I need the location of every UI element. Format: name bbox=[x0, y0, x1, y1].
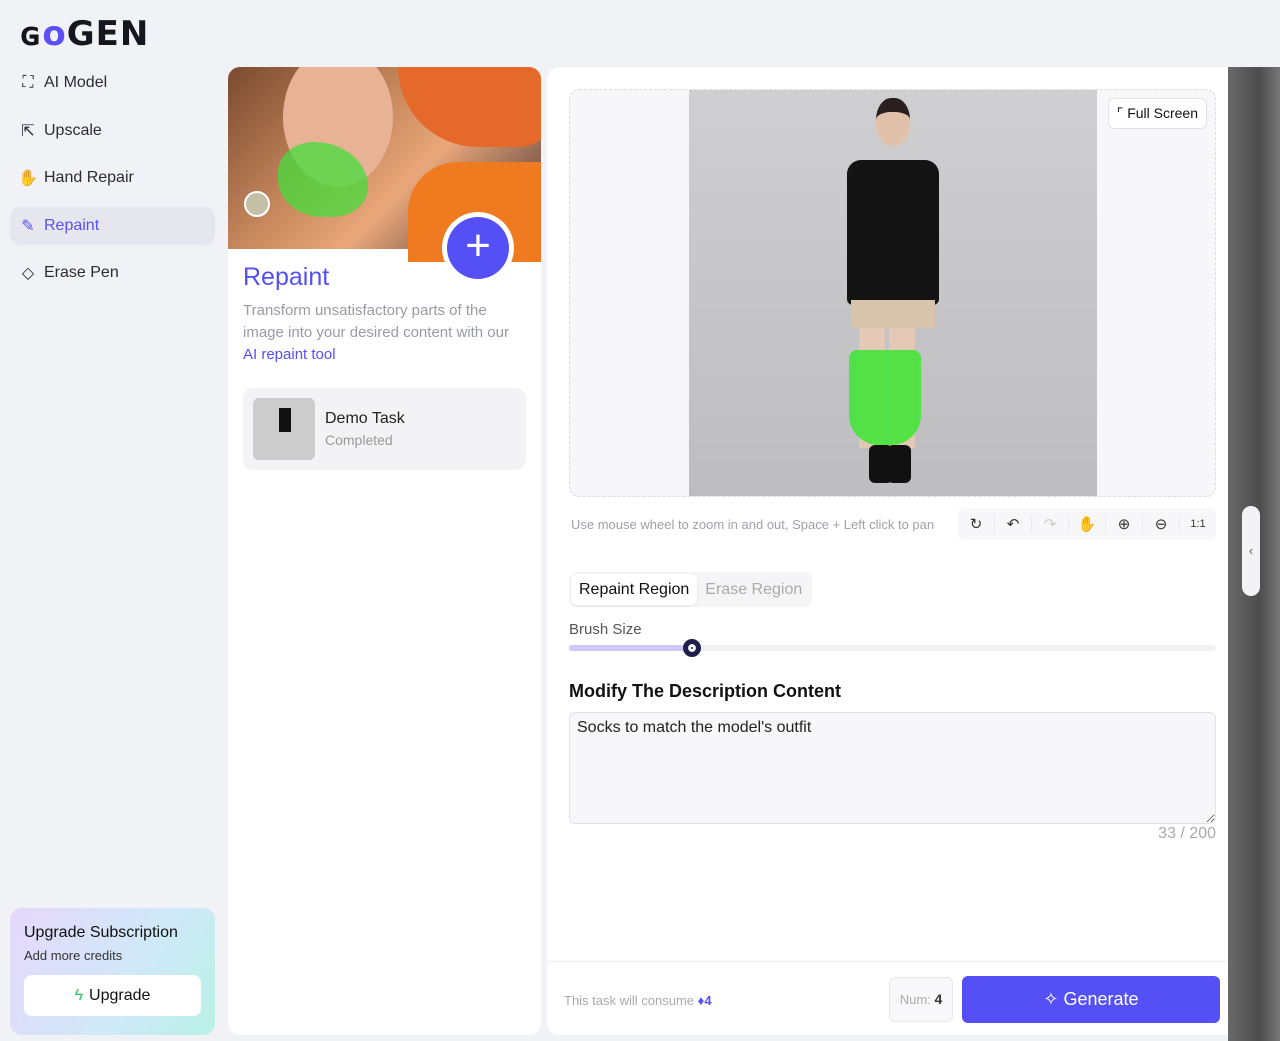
consume-value: 4 bbox=[704, 993, 712, 1008]
sidebar-item-hand-repair[interactable]: ✋ Hand Repair bbox=[10, 159, 215, 197]
plus-icon: + bbox=[447, 217, 509, 279]
repaint-icon: ✎ bbox=[21, 217, 35, 235]
sidebar-item-label: Erase Pen bbox=[44, 264, 119, 281]
upgrade-title: Upgrade Subscription bbox=[24, 924, 178, 941]
upgrade-button[interactable]: ϟ Upgrade bbox=[24, 975, 201, 1016]
collapse-panel-handle[interactable]: ‹ bbox=[1242, 506, 1260, 596]
upgrade-panel: Upgrade Subscription Add more credits ϟU… bbox=[10, 908, 215, 1035]
sidebar-item-label: Upscale bbox=[44, 121, 102, 139]
task-item[interactable]: Demo Task Completed bbox=[243, 388, 526, 470]
upscale-icon: ⇱ bbox=[21, 122, 35, 140]
sidebar-item-erase-pen[interactable]: ◇ Erase Pen bbox=[10, 254, 215, 292]
tool-description: Transform unsatisfactory parts of the im… bbox=[243, 300, 526, 366]
chevron-left-icon: ‹ bbox=[1248, 543, 1254, 558]
lightning-icon: ϟ bbox=[74, 986, 84, 1004]
sidebar-nav: ⛶ AI Model ⇱ Upscale ✋ Hand Repair ✎ Repaint… bbox=[10, 64, 215, 302]
sidebar-item-upscale[interactable]: ⇱ Upscale bbox=[10, 112, 215, 150]
sidebar-item-label: Hand Repair bbox=[44, 169, 134, 186]
editor-panel: ⌜ Full Screen Use mouse wheel to zoom in… bbox=[547, 67, 1238, 1035]
upgrade-label: Upgrade bbox=[89, 986, 151, 1004]
hand-repair-icon: ✋ bbox=[18, 170, 38, 187]
actual-size-icon[interactable]: 1:1 bbox=[1180, 518, 1216, 530]
slider-knob[interactable] bbox=[682, 639, 701, 657]
redo-icon[interactable]: ↷ bbox=[1032, 515, 1069, 533]
sidebar-item-ai-model[interactable]: ⛶ AI Model bbox=[10, 64, 215, 102]
description-text: Transform unsatisfactory parts of the im… bbox=[243, 302, 509, 341]
num-value: 4 bbox=[934, 991, 943, 1007]
reset-icon[interactable]: ↻ bbox=[958, 515, 995, 533]
zoom-out-icon[interactable]: ⊖ bbox=[1143, 515, 1180, 533]
full-screen-label: Full Screen bbox=[1127, 105, 1198, 121]
new-task-button[interactable]: + bbox=[442, 212, 514, 284]
full-screen-button[interactable]: ⌜ Full Screen bbox=[1107, 98, 1207, 129]
model-photo bbox=[689, 90, 1097, 496]
char-count: 33 / 200 bbox=[1158, 825, 1216, 842]
repaint-mask bbox=[849, 350, 921, 445]
tool-card: + Repaint Transform unsatisfactory parts… bbox=[228, 67, 541, 1035]
expand-icon: ⌜ bbox=[1116, 105, 1128, 121]
sidebar-item-label: AI Model bbox=[44, 74, 108, 91]
task-name: Demo Task bbox=[325, 410, 405, 427]
repaint-tool-link[interactable]: AI repaint tool bbox=[243, 346, 336, 363]
description-heading: Modify The Description Content bbox=[569, 681, 841, 701]
consume-info: This task will consume ♦4 bbox=[564, 993, 712, 1008]
generate-button[interactable]: ✧ Generate bbox=[962, 976, 1220, 1023]
num-label: Num: bbox=[899, 992, 931, 1007]
tab-erase-region[interactable]: Erase Region bbox=[697, 574, 810, 605]
brush-size-label: Brush Size bbox=[569, 621, 642, 638]
task-status: Completed bbox=[325, 432, 393, 448]
slider-fill bbox=[569, 645, 692, 651]
footer-bar: This task will consume ♦4 Num: 4 ✧ Gener… bbox=[547, 961, 1238, 1035]
generate-label: Generate bbox=[1063, 989, 1139, 1009]
brush-size-slider[interactable] bbox=[569, 639, 1216, 657]
num-selector[interactable]: Num: 4 bbox=[889, 977, 953, 1022]
task-thumbnail bbox=[253, 398, 315, 460]
hand-pan-icon[interactable]: ✋ bbox=[1069, 515, 1106, 533]
undo-icon[interactable]: ↶ bbox=[995, 515, 1032, 533]
eraser-icon: ◇ bbox=[21, 265, 35, 282]
sidebar-item-label: Repaint bbox=[44, 216, 100, 234]
sparkle-icon: ✧ bbox=[1043, 989, 1064, 1009]
ai-model-icon: ⛶ bbox=[22, 74, 34, 91]
tab-repaint-region[interactable]: Repaint Region bbox=[571, 574, 698, 605]
image-canvas[interactable]: ⌜ Full Screen bbox=[569, 89, 1216, 497]
description-input[interactable] bbox=[569, 712, 1216, 824]
logo: ɢoGEN bbox=[20, 14, 150, 54]
sidebar-item-repaint[interactable]: ✎ Repaint bbox=[10, 206, 215, 245]
canvas-hint: Use mouse wheel to zoom in and out, Spac… bbox=[571, 517, 935, 532]
canvas-toolbar: ↻ ↶ ↷ ✋ ⊕ ⊖ 1:1 bbox=[958, 508, 1216, 540]
region-tabs: Repaint Region Erase Region bbox=[569, 572, 813, 607]
zoom-in-icon[interactable]: ⊕ bbox=[1106, 515, 1143, 533]
consume-label: This task will consume bbox=[564, 993, 695, 1008]
upgrade-subtitle: Add more credits bbox=[24, 948, 123, 963]
